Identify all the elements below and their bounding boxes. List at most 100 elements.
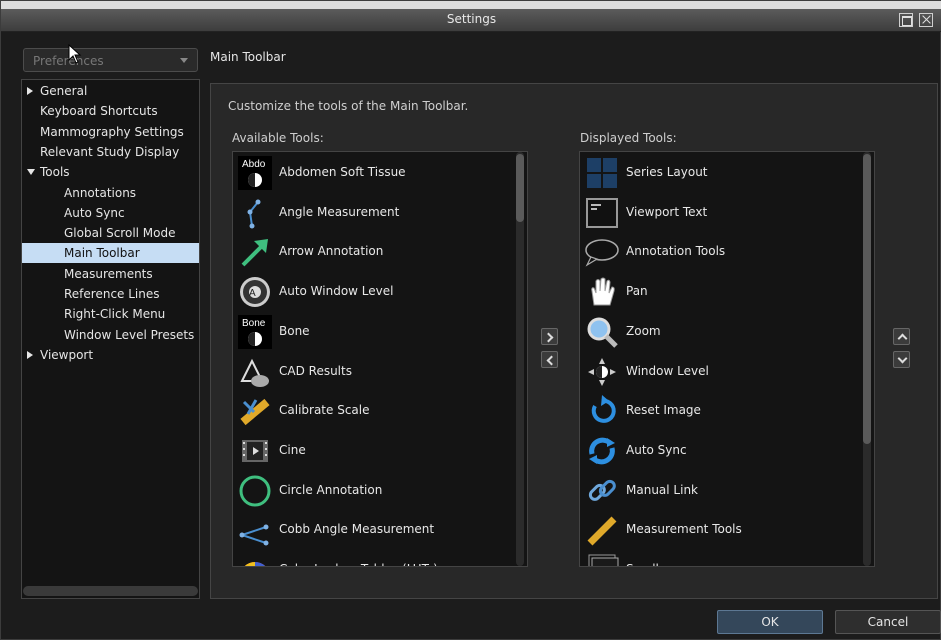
- tree-item-label: Measurements: [64, 266, 153, 281]
- list-item[interactable]: Arrow Annotation: [235, 232, 513, 272]
- auto-window-level-icon: A: [240, 277, 270, 308]
- remove-tool-button[interactable]: [541, 351, 558, 368]
- preferences-search-combo[interactable]: Preferences: [23, 48, 198, 72]
- list-item[interactable]: Annotation Tools: [582, 232, 860, 272]
- list-item-label: Circle Annotation: [279, 482, 383, 497]
- settings-window: Settings Preferences General Keyboard Sho…: [0, 0, 941, 640]
- tree-item-general[interactable]: General: [22, 81, 199, 101]
- scroll-icon: [588, 554, 619, 566]
- list-item-label: Viewport Text: [626, 204, 708, 219]
- tree-item-keyboard-shortcuts[interactable]: Keyboard Shortcuts: [22, 101, 199, 121]
- list-item[interactable]: Window Level: [582, 352, 860, 392]
- tree-horizontal-scrollbar[interactable]: [23, 586, 198, 596]
- tree-item-window-level-presets[interactable]: Window Level Presets: [22, 325, 199, 345]
- tree-item-right-click-menu[interactable]: Right-Click Menu: [22, 304, 199, 324]
- ok-button[interactable]: OK: [717, 610, 823, 634]
- list-item[interactable]: Viewport Text: [582, 193, 860, 233]
- list-item[interactable]: A Auto Window Level: [235, 272, 513, 312]
- tree-item-auto-sync[interactable]: Auto Sync: [22, 203, 199, 223]
- list-item[interactable]: Cine: [235, 431, 513, 471]
- list-item-label: Reset Image: [626, 403, 701, 418]
- list-item-label: Manual Link: [626, 482, 698, 497]
- close-button[interactable]: [919, 13, 933, 27]
- bone-preset-icon: Bone: [238, 314, 272, 349]
- list-item[interactable]: Scroll: [582, 550, 860, 566]
- svg-text:Abdo: Abdo: [242, 159, 266, 170]
- list-item-label: Annotation Tools: [626, 244, 726, 259]
- list-item[interactable]: Auto Sync: [582, 431, 860, 471]
- cobb-angle-icon: [239, 524, 269, 546]
- list-item-label: Zoom: [626, 323, 661, 338]
- chevron-down-icon[interactable]: [180, 58, 188, 63]
- list-item[interactable]: CAD Results: [235, 352, 513, 392]
- tree-item-reference-lines[interactable]: Reference Lines: [22, 284, 199, 304]
- list-item-label: Auto Window Level: [279, 284, 394, 299]
- list-item[interactable]: Angle Measurement: [235, 193, 513, 233]
- available-tools-list[interactable]: Color Lookup Tables (LUTs) Cobb Angle Mea…: [232, 151, 528, 567]
- tree-item-tools[interactable]: Tools: [22, 162, 199, 182]
- expanded-triangle-icon[interactable]: [27, 169, 35, 176]
- tree-item-label: Main Toolbar: [64, 246, 140, 261]
- add-tool-button[interactable]: [541, 328, 558, 345]
- reset-icon: [591, 395, 616, 424]
- list-item[interactable]: Series Layout: [582, 153, 860, 193]
- list-item[interactable]: Circle Annotation: [235, 471, 513, 511]
- viewport-text-icon: [586, 197, 618, 228]
- cancel-button[interactable]: Cancel: [835, 610, 941, 634]
- circle-icon: [239, 475, 271, 507]
- magnifier-icon: [587, 317, 618, 348]
- maximize-button[interactable]: [899, 13, 913, 27]
- title-bar[interactable]: Settings: [1, 9, 941, 32]
- list-item-label: Series Layout: [626, 165, 708, 179]
- page-title: Main Toolbar: [210, 50, 286, 64]
- tree-item-label: Viewport: [40, 347, 94, 362]
- tree-item-annotations[interactable]: Annotations: [22, 183, 199, 203]
- panel-description: Customize the tools of the Main Toolbar.: [228, 99, 469, 113]
- list-item[interactable]: Bone Bone: [235, 312, 513, 352]
- preferences-tree[interactable]: General Keyboard Shortcuts Mammography Set…: [21, 79, 200, 599]
- list-item[interactable]: Measurement Tools: [582, 510, 860, 550]
- tree-item-viewport[interactable]: Viewport: [22, 345, 199, 365]
- move-down-button[interactable]: [893, 351, 910, 368]
- list-item[interactable]: Zoom: [582, 312, 860, 352]
- series-layout-icon: [587, 158, 617, 188]
- list-item[interactable]: Reset Image: [582, 391, 860, 431]
- list-item-label: Abdomen Soft Tissue: [279, 165, 406, 179]
- angle-icon: [247, 199, 261, 229]
- tree-item-mammography-settings[interactable]: Mammography Settings: [22, 122, 199, 142]
- displayed-scrollbar-thumb[interactable]: [863, 154, 871, 444]
- tree-item-measurements[interactable]: Measurements: [22, 264, 199, 284]
- tree-item-label: Window Level Presets: [64, 327, 195, 342]
- list-item[interactable]: Color Lookup Tables (LUTs): [235, 550, 513, 566]
- tree-item-label: General: [40, 84, 88, 98]
- list-item[interactable]: Manual Link: [582, 471, 860, 511]
- list-item-label: Pan: [626, 284, 648, 299]
- available-tools-label: Available Tools:: [232, 131, 324, 145]
- link-icon: [588, 479, 616, 501]
- list-item[interactable]: Calibrate Scale: [235, 391, 513, 431]
- displayed-tools-list[interactable]: Scroll Measurement Tools Manual Link Auto S…: [579, 151, 875, 567]
- available-scrollbar-thumb[interactable]: [516, 154, 524, 222]
- tree-item-global-scroll-mode[interactable]: Global Scroll Mode: [22, 223, 199, 243]
- list-item-label: CAD Results: [279, 363, 352, 378]
- list-item-label: Auto Sync: [626, 442, 687, 457]
- list-item[interactable]: Abdo Abdomen Soft Tissue: [235, 153, 513, 193]
- collapsed-triangle-icon[interactable]: [27, 350, 33, 359]
- collapsed-triangle-icon[interactable]: [27, 87, 33, 95]
- tree-item-main-toolbar[interactable]: Main Toolbar: [22, 243, 199, 264]
- mouse-cursor-icon: [68, 43, 82, 64]
- sync-icon: [589, 437, 615, 465]
- list-item-label: Measurement Tools: [626, 522, 742, 537]
- tree-item-label: Right-Click Menu: [64, 307, 166, 322]
- calibrate-icon: [240, 399, 270, 426]
- list-item[interactable]: Cobb Angle Measurement: [235, 510, 513, 550]
- list-item-label: Scroll: [626, 562, 659, 566]
- move-up-button[interactable]: [893, 328, 910, 345]
- svg-text:A: A: [249, 288, 256, 299]
- tree-item-relevant-study-display[interactable]: Relevant Study Display: [22, 142, 199, 162]
- list-item[interactable]: Pan: [582, 272, 860, 312]
- window-level-icon: [588, 357, 616, 386]
- ruler-icon: [587, 516, 617, 546]
- abdomen-preset-icon: Abdo: [238, 156, 272, 190]
- list-item-label: Bone: [279, 323, 310, 338]
